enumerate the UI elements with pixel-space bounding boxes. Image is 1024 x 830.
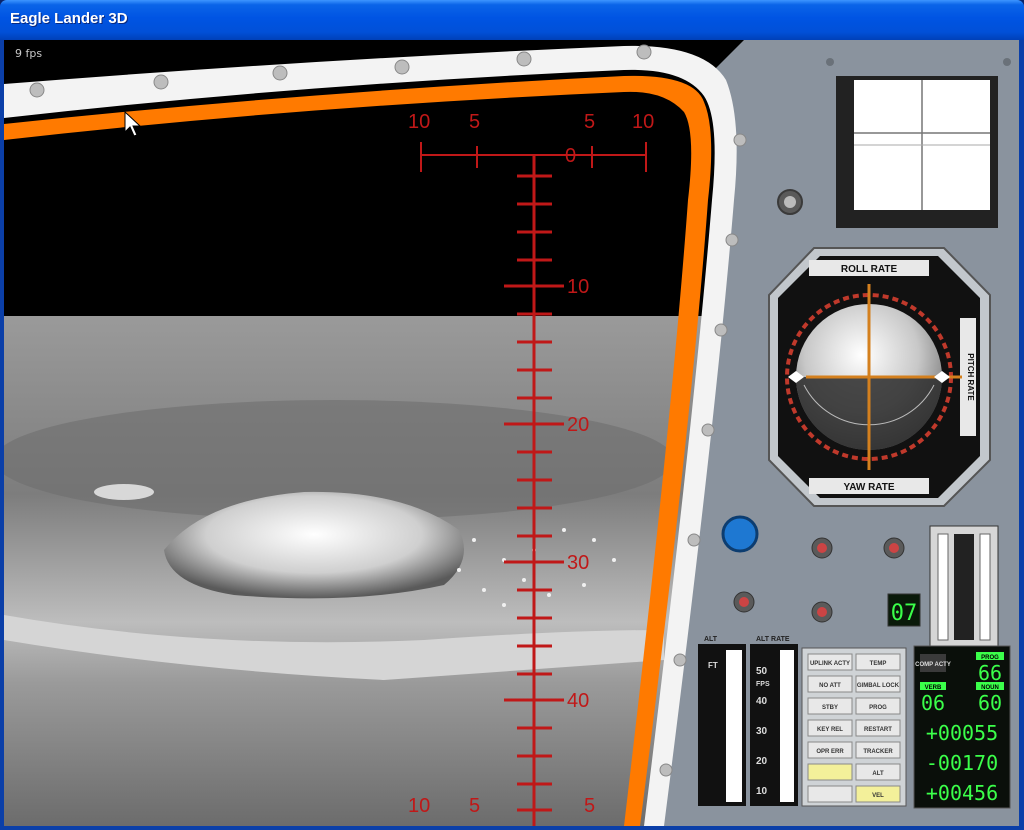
- abort-button[interactable]: [721, 515, 759, 553]
- cockpit-scene: 10 5 0 5 10 10 20 30 40 10 5 5 ROLL RATE…: [4, 40, 1019, 826]
- reticle-bottom-5a: 5: [469, 795, 480, 817]
- svg-text:OPR ERR: OPR ERR: [816, 749, 844, 755]
- reticle-label-l10: 10: [408, 111, 430, 133]
- svg-text:KEY REL: KEY REL: [817, 727, 843, 733]
- reticle-label-r5: 5: [584, 111, 595, 133]
- reticle-scale-40: 40: [567, 690, 589, 712]
- reticle-label-zero: 0: [565, 145, 576, 167]
- svg-text:RESTART: RESTART: [864, 727, 892, 733]
- svg-text:NO ATT: NO ATT: [819, 683, 841, 689]
- roll-rate-label: ROLL RATE: [841, 264, 898, 275]
- svg-text:UPLINK ACTY: UPLINK ACTY: [810, 661, 850, 667]
- svg-text:TRACKER: TRACKER: [863, 749, 893, 755]
- svg-text:30: 30: [756, 726, 768, 737]
- svg-text:VEL: VEL: [872, 793, 884, 799]
- pitch-rate-label: PITCH RATE: [966, 353, 975, 401]
- svg-text:COMP ACTY: COMP ACTY: [915, 662, 951, 668]
- title-bar[interactable]: Eagle Lander 3D: [0, 0, 1024, 40]
- dsky-verb: 06: [921, 691, 945, 715]
- key-blank-1[interactable]: [807, 763, 853, 781]
- fps-counter: 9 fps: [15, 47, 43, 60]
- svg-text:FPS: FPS: [756, 681, 770, 688]
- svg-text:10: 10: [756, 786, 768, 797]
- reticle-scale-30: 30: [567, 552, 589, 574]
- reticle-scale-10: 10: [567, 276, 589, 298]
- fuel-readout: 07: [891, 601, 918, 626]
- dsky-register-2: -00170: [926, 751, 998, 775]
- reticle-scale-20: 20: [567, 414, 589, 436]
- svg-text:20: 20: [756, 756, 768, 767]
- svg-text:ALT: ALT: [872, 771, 884, 777]
- reticle-bottom-10: 10: [408, 795, 430, 817]
- svg-text:ALT: ALT: [704, 636, 718, 643]
- svg-text:TEMP: TEMP: [870, 661, 887, 667]
- reticle-label-l5: 5: [469, 111, 480, 133]
- svg-text:40: 40: [756, 696, 768, 707]
- svg-text:50: 50: [756, 666, 768, 677]
- dsky-prog: 66: [978, 661, 1002, 685]
- reticle-label-r10: 10: [632, 111, 654, 133]
- svg-text:FT: FT: [708, 661, 718, 670]
- svg-text:STBY: STBY: [822, 705, 838, 711]
- key-blank-2[interactable]: [807, 785, 853, 803]
- svg-text:GIMBAL LOCK: GIMBAL LOCK: [857, 683, 900, 689]
- app-window: Eagle Lander 3D 10 5 0 5 10 10 20 30 40 …: [0, 0, 1024, 830]
- dsky-register-3: +00456: [926, 781, 998, 805]
- simulator-viewport[interactable]: 10 5 0 5 10 10 20 30 40 10 5 5 ROLL RATE…: [4, 40, 1019, 826]
- svg-text:PROG: PROG: [869, 705, 887, 711]
- window-title: Eagle Lander 3D: [10, 10, 128, 27]
- dsky-noun: 60: [978, 691, 1002, 715]
- dsky-register-1: +00055: [926, 721, 998, 745]
- yaw-rate-label: YAW RATE: [843, 482, 894, 493]
- reticle-bottom-5b: 5: [584, 795, 595, 817]
- svg-text:ALT RATE: ALT RATE: [756, 636, 790, 643]
